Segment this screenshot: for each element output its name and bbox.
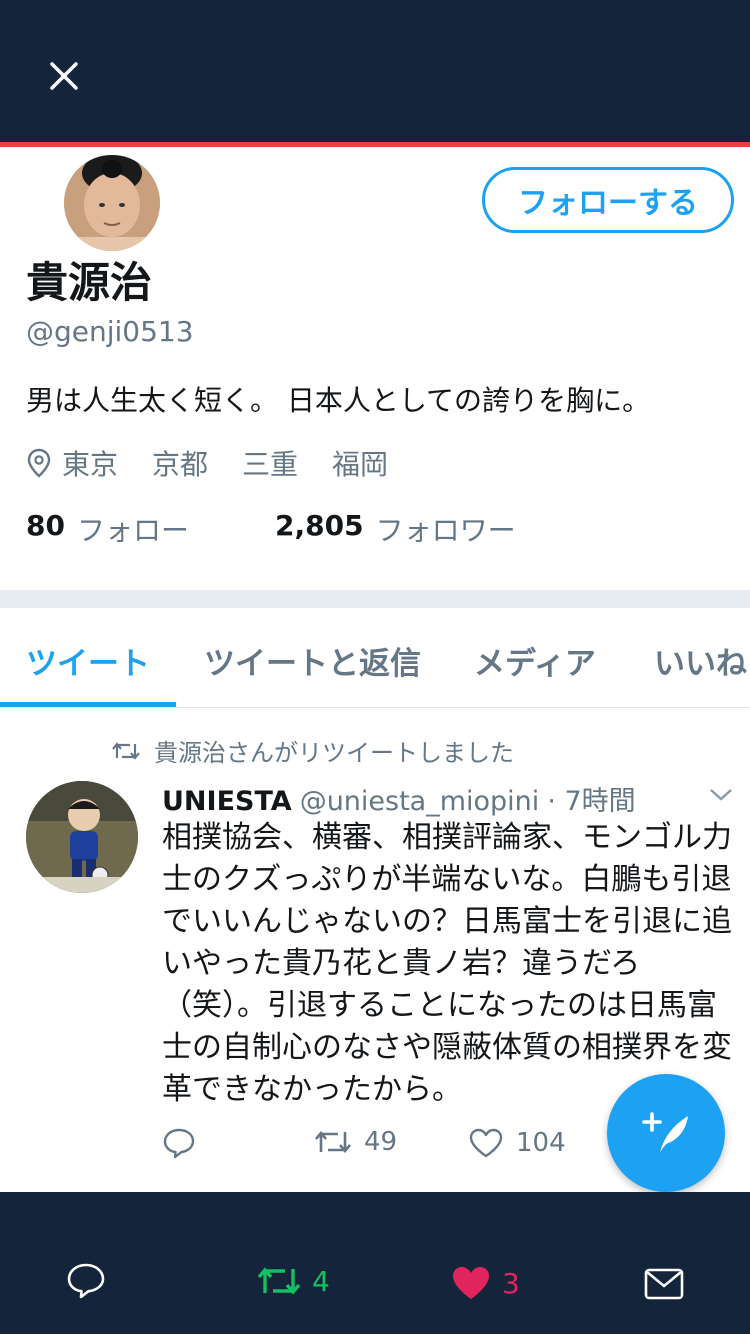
bottom-like-count: 3: [502, 1266, 520, 1300]
tweet-like-button[interactable]: 104: [468, 1127, 566, 1159]
profile-stats: 80 フォロー 2,805 フォロワー: [26, 509, 516, 549]
profile-avatar[interactable]: [64, 155, 160, 251]
retweet-icon: [315, 1130, 351, 1154]
section-divider: [0, 590, 750, 608]
follow-button[interactable]: フォローする: [482, 167, 734, 233]
profile-bio: 男は人生太く短く。 日本人としての誇りを胸に。: [26, 384, 651, 417]
compose-quill-icon: [642, 1112, 688, 1152]
reply-button[interactable]: [162, 1127, 196, 1159]
tweet-retweet-count: 49: [364, 1127, 398, 1157]
bottom-retweet-count: 4: [312, 1264, 330, 1298]
location-text-1: 東京: [62, 448, 119, 481]
following-stat[interactable]: 80 フォロー: [26, 509, 189, 549]
retweet-icon: [112, 741, 140, 760]
followers-count: 2,805: [274, 509, 364, 542]
top-bar: [0, 0, 750, 142]
tweet-header: UNIESTA @uniesta_miopini · 7時間: [162, 779, 636, 818]
active-tab-indicator: [0, 702, 176, 707]
tab-tweets-and-replies[interactable]: ツイートと返信: [204, 638, 421, 683]
tweet-actions: 49 104: [162, 1127, 602, 1167]
profile-location: 東京 京都 三重 福岡: [26, 443, 388, 483]
reply-icon: [67, 1263, 105, 1299]
profile-handle: @genji0513: [26, 315, 194, 348]
close-button[interactable]: [40, 52, 88, 100]
tweet-like-count: 104: [516, 1128, 566, 1158]
tweet-author-handle[interactable]: @uniesta_miopini: [300, 786, 540, 817]
location-pin-icon: [27, 448, 51, 478]
bottom-like-button[interactable]: 3: [450, 1264, 520, 1302]
followers-label: フォロワー: [375, 514, 516, 547]
profile-display-name: 貴源治: [26, 258, 153, 307]
followers-stat[interactable]: 2,805 フォロワー: [275, 509, 516, 549]
profile-card: フォローする 貴源治 @genji0513 男は人生太く短く。 日本人としての誇…: [0, 147, 750, 590]
tab-media[interactable]: メディア: [474, 638, 596, 683]
location-text-4: 福岡: [332, 448, 389, 481]
bottom-retweet-button[interactable]: 4: [256, 1264, 330, 1298]
tweet-author-name[interactable]: UNIESTA: [162, 786, 292, 817]
bottom-reply-button[interactable]: [66, 1262, 106, 1300]
tweet-text: 相撲協会、横審、相撲評論家、モンゴル力士のクズっぷりが半端ないな。白鵬も引退でい…: [162, 820, 732, 1107]
tweet-author-avatar[interactable]: [26, 781, 138, 893]
tweet-retweet-button[interactable]: 49: [314, 1127, 397, 1157]
tweet-time: · 7時間: [547, 786, 636, 817]
close-icon: [50, 62, 78, 90]
location-text-3: 三重: [242, 448, 299, 481]
heart-icon: [469, 1128, 503, 1158]
retweet-context-text: 貴源治さんがリツイートしました: [154, 739, 514, 767]
tweet-menu-button[interactable]: [708, 787, 734, 807]
chevron-down-icon: [710, 789, 732, 801]
direct-message-button[interactable]: [644, 1268, 684, 1300]
compose-tweet-button[interactable]: [607, 1074, 725, 1192]
envelope-icon: [644, 1268, 684, 1300]
reply-icon: [163, 1128, 195, 1159]
heart-icon: [453, 1267, 489, 1299]
retweet-icon: [257, 1267, 301, 1295]
tab-likes[interactable]: いいね: [654, 638, 747, 683]
location-text-2: 京都: [152, 448, 209, 481]
retweet-context: 貴源治さんがリツイートしました: [112, 733, 514, 768]
tab-tweets[interactable]: ツイート: [26, 638, 150, 683]
following-count: 80: [26, 509, 65, 542]
following-label: フォロー: [76, 514, 189, 547]
profile-tabs: ツイート ツイートと返信 メディア いいね: [0, 608, 750, 708]
bottom-action-bar: 4 3: [0, 1192, 750, 1334]
